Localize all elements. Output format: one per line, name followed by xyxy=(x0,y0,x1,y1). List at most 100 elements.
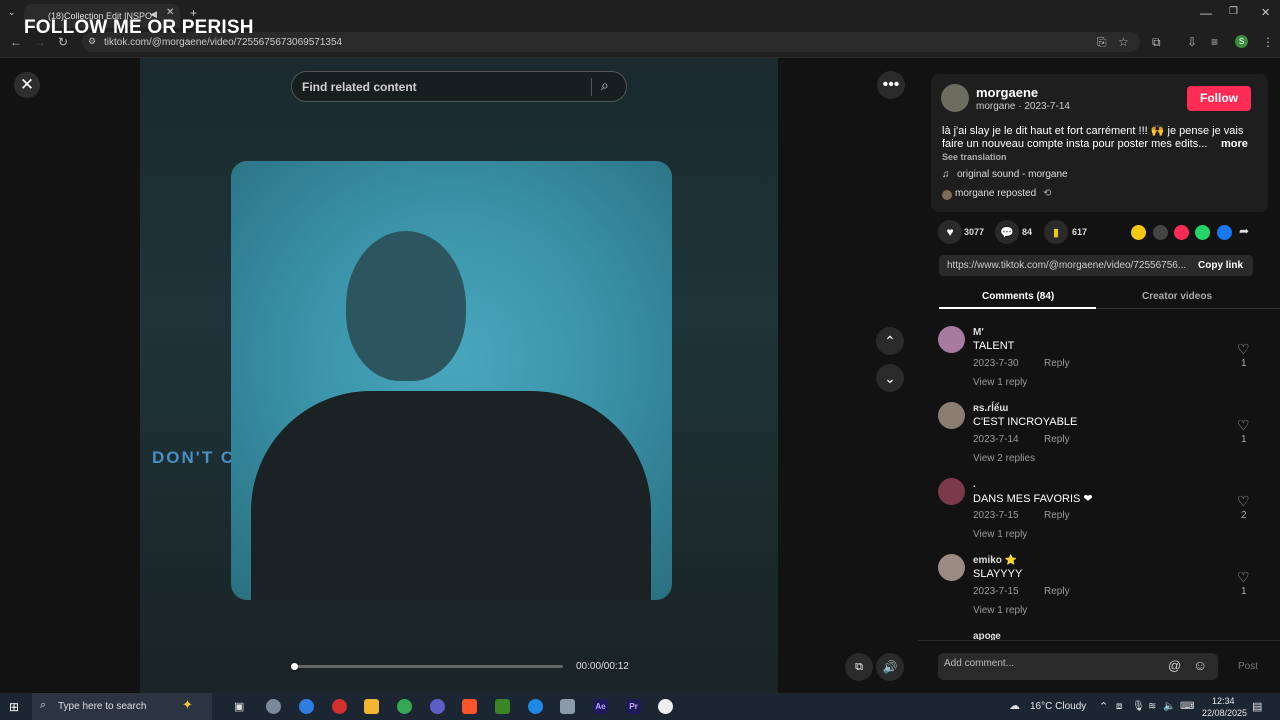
downloads-icon[interactable]: ⇩ xyxy=(1187,35,1197,49)
view-replies-link[interactable]: View 2 replies xyxy=(973,453,1035,464)
comment-avatar[interactable] xyxy=(938,402,965,429)
comment-like-icon[interactable]: ♡ xyxy=(1237,493,1250,510)
comment-user[interactable]: M' xyxy=(973,327,984,338)
whatsapp-icon[interactable] xyxy=(1195,225,1210,240)
premiere-icon[interactable]: Pr xyxy=(626,699,641,714)
microphone-icon[interactable]: 🎙 xyxy=(1132,701,1145,712)
tab-active-indicator xyxy=(939,307,1096,309)
facebook-icon[interactable] xyxy=(1217,225,1232,240)
comment-avatar[interactable] xyxy=(938,478,965,505)
minecraft-icon[interactable] xyxy=(495,699,510,714)
emoji-icon[interactable]: ☺ xyxy=(1193,657,1207,673)
comment-user-partial[interactable]: apo𝔤e xyxy=(973,631,1001,640)
notifications-icon[interactable]: ▤ xyxy=(1252,700,1262,713)
comment-avatar[interactable] xyxy=(938,554,965,581)
view-replies-link[interactable]: View 1 reply xyxy=(973,605,1027,616)
red-app-icon[interactable] xyxy=(332,699,347,714)
video-progress-bar[interactable] xyxy=(291,663,563,670)
post-button[interactable]: Post xyxy=(1238,661,1258,672)
view-replies-link[interactable]: View 1 reply xyxy=(973,529,1027,540)
copilot-app-icon[interactable] xyxy=(266,699,281,714)
sound-link[interactable]: original sound - morgane xyxy=(957,169,1068,180)
floating-player-icon[interactable]: ⧉ xyxy=(845,653,873,681)
comment-like-icon[interactable]: ♡ xyxy=(1237,417,1250,434)
follow-button[interactable]: Follow xyxy=(1187,86,1251,111)
speaker-icon[interactable]: 🔈 xyxy=(1163,701,1175,712)
after-effects-icon[interactable]: Ae xyxy=(593,699,608,714)
wifi-icon[interactable]: ≋ xyxy=(1148,701,1156,712)
grey-app-icon[interactable] xyxy=(560,699,575,714)
task-view-icon[interactable]: ▣ xyxy=(234,700,244,713)
progress-handle[interactable] xyxy=(291,663,298,670)
like-heart-icon[interactable]: ♥ xyxy=(938,220,962,244)
tray-chevron-icon[interactable]: ⌃ xyxy=(1099,700,1108,713)
weather-text[interactable]: 16°C Cloudy xyxy=(1030,701,1086,712)
more-share-arrow-icon[interactable]: ➦ xyxy=(1239,224,1249,238)
chrome-icon[interactable] xyxy=(397,699,412,714)
tab-search-icon[interactable]: ⌄ xyxy=(8,7,16,18)
comment-reply-button[interactable]: Reply xyxy=(1044,358,1070,369)
blue-app-icon[interactable] xyxy=(528,699,543,714)
store-app-icon[interactable] xyxy=(299,699,314,714)
embed-code-icon[interactable] xyxy=(1153,225,1168,240)
brave-icon[interactable] xyxy=(462,699,477,714)
window-close-icon[interactable]: ✕ xyxy=(1261,6,1270,19)
install-app-icon[interactable]: ⎘ xyxy=(1097,35,1107,50)
messenger-app-icon[interactable] xyxy=(430,699,445,714)
comment-date: 2023-7-15 xyxy=(973,586,1019,597)
minimize-icon[interactable]: — xyxy=(1200,6,1212,20)
media-control-icon[interactable]: ≡ xyxy=(1211,35,1218,49)
restore-icon[interactable]: ❐ xyxy=(1229,6,1238,17)
windows-start-icon[interactable]: ⊞ xyxy=(9,700,19,714)
profile-avatar[interactable]: S xyxy=(1235,35,1248,48)
search-icon[interactable]: ⌕ xyxy=(601,77,609,94)
comment-avatar[interactable] xyxy=(938,326,965,353)
copy-link-button[interactable]: Copy link xyxy=(1198,260,1243,271)
tab-creator-videos[interactable]: Creator videos xyxy=(1142,291,1212,302)
taskbar-search-box[interactable]: ⌕ Type here to search ✦ xyxy=(32,693,212,720)
comment-reply-button[interactable]: Reply xyxy=(1044,586,1070,597)
comment-text: DANS MES FAVORIS ❤ xyxy=(973,493,1093,505)
keyboard-icon[interactable]: ⌨ xyxy=(1180,701,1194,712)
add-comment-input[interactable] xyxy=(944,658,1164,669)
more-options-icon[interactable]: ••• xyxy=(877,71,905,99)
clock-date[interactable]: 22/08/2025 xyxy=(1202,708,1247,718)
repost-share-icon[interactable] xyxy=(1131,225,1146,240)
comment-user[interactable]: ʀs.ɾĺểɯ xyxy=(973,403,1008,414)
bookmark-star-icon[interactable]: ☆ xyxy=(1118,35,1129,49)
author-avatar[interactable] xyxy=(941,84,969,112)
close-video-button[interactable]: ✕ xyxy=(14,72,40,98)
mention-icon[interactable]: @ xyxy=(1168,658,1181,673)
tray-device-icon[interactable]: ⧈ xyxy=(1116,701,1122,712)
comment-user[interactable]: . xyxy=(973,479,976,490)
video-player[interactable] xyxy=(231,161,672,600)
comment-user[interactable]: emiko ⭐ xyxy=(973,555,1017,566)
extensions-icon[interactable]: ⧉ xyxy=(1152,35,1161,50)
browser-menu-icon[interactable]: ⋮ xyxy=(1262,35,1274,49)
see-translation-link[interactable]: See translation xyxy=(942,152,1007,162)
bookmark-icon[interactable]: ▮ xyxy=(1044,220,1068,244)
author-username[interactable]: morgaene xyxy=(976,85,1038,100)
next-video-chevron-down-icon[interactable]: ⌄ xyxy=(876,364,904,392)
comment-like-icon[interactable]: ♡ xyxy=(1237,341,1250,358)
related-search-box[interactable]: ⌕ xyxy=(291,71,627,102)
comment-bubble-icon[interactable]: 💬 xyxy=(995,220,1019,244)
taskbar-search-icon: ⌕ xyxy=(40,699,47,711)
comment-item: . DANS MES FAVORIS ❤ 2023-7-15 Reply Vie… xyxy=(938,478,1258,548)
caption-line-2: faire un nouveau compte insta pour poste… xyxy=(942,138,1208,150)
volume-icon[interactable]: 🔊 xyxy=(876,653,904,681)
comment-reply-button[interactable]: Reply xyxy=(1044,434,1070,445)
back-icon[interactable]: ← xyxy=(10,35,22,49)
file-explorer-icon[interactable] xyxy=(364,699,379,714)
clock-time[interactable]: 12:34 xyxy=(1212,696,1235,706)
view-replies-link[interactable]: View 1 reply xyxy=(973,377,1027,388)
white-app-icon[interactable] xyxy=(658,699,673,714)
related-search-input[interactable] xyxy=(302,78,582,96)
send-share-icon[interactable] xyxy=(1174,225,1189,240)
comment-date: 2023-7-14 xyxy=(973,434,1019,445)
previous-video-chevron-up-icon[interactable]: ⌃ xyxy=(876,327,904,355)
comment-reply-button[interactable]: Reply xyxy=(1044,510,1070,521)
caption-more-link[interactable]: more xyxy=(1221,138,1248,150)
comment-like-icon[interactable]: ♡ xyxy=(1237,569,1250,586)
tab-comments[interactable]: Comments (84) xyxy=(982,291,1054,302)
